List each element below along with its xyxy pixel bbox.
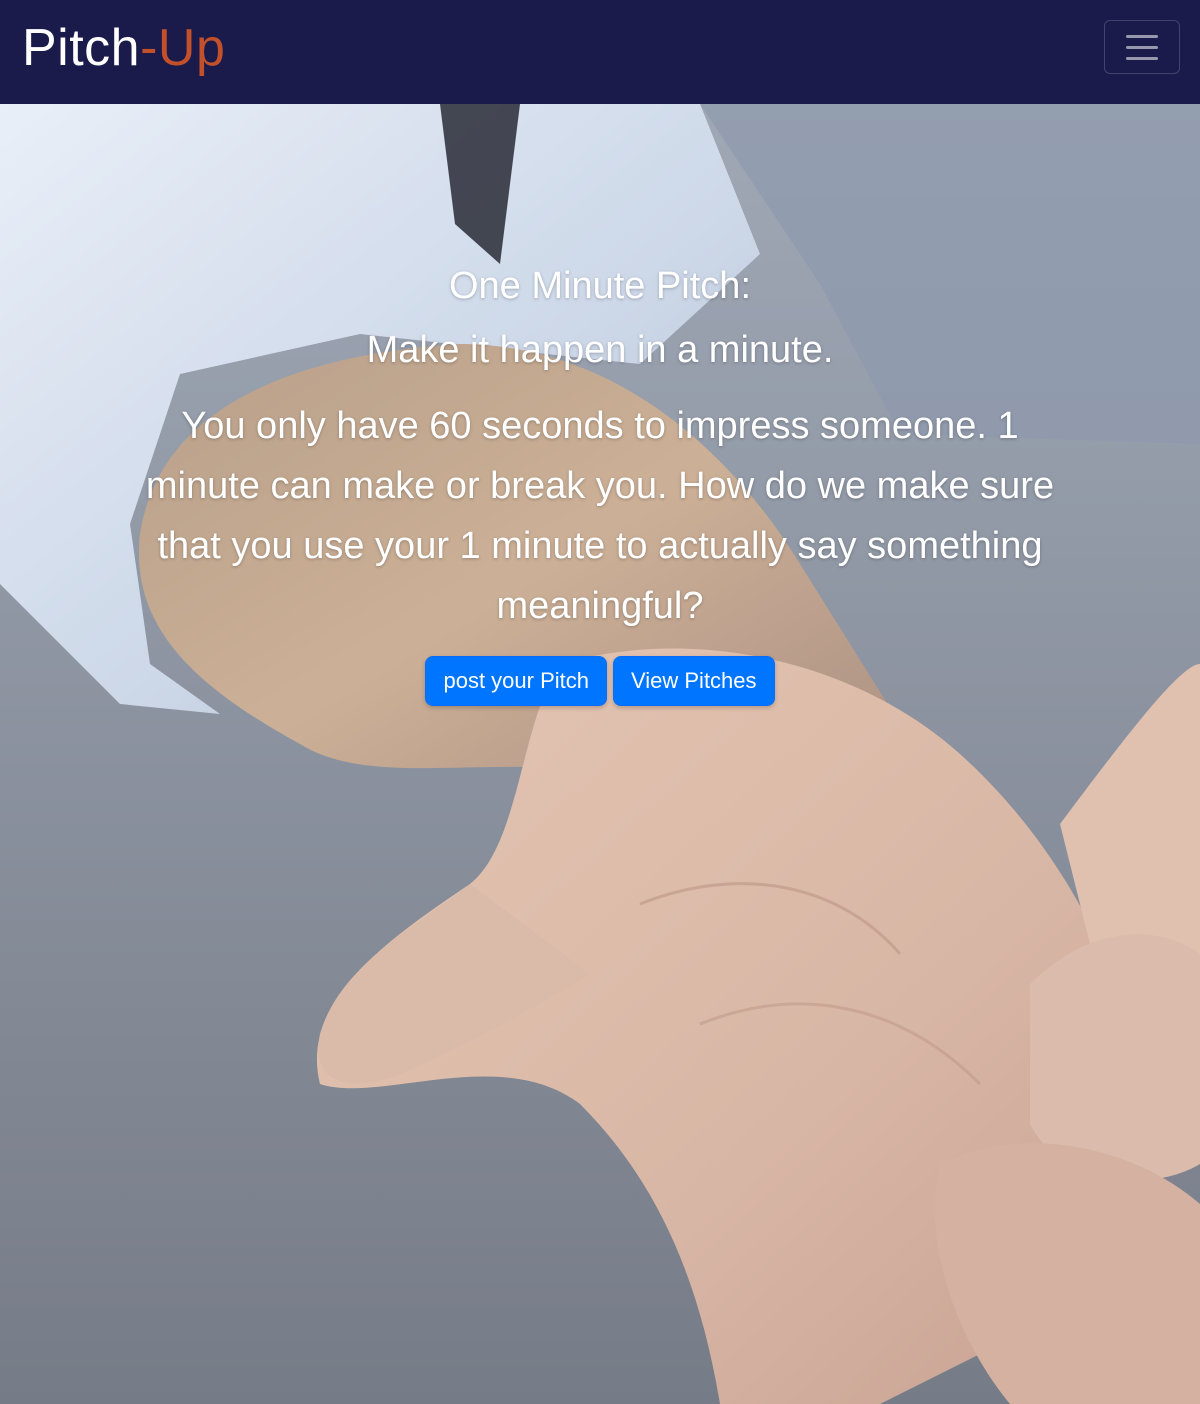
hero-title: One Minute Pitch: bbox=[448, 265, 752, 307]
navbar: Pitch-Up bbox=[0, 0, 1200, 104]
hero-content: One Minute Pitch: Make it happen in a mi… bbox=[100, 254, 1100, 706]
post-pitch-button[interactable]: post your Pitch bbox=[425, 656, 607, 706]
view-pitches-button[interactable]: View Pitches bbox=[612, 656, 775, 706]
brand-logo[interactable]: Pitch-Up bbox=[22, 22, 225, 74]
hero-button-group: post your Pitch View Pitches bbox=[100, 656, 1100, 706]
hero-subtitle: Make it happen in a minute. bbox=[366, 329, 834, 371]
brand-accent: -Up bbox=[140, 19, 226, 77]
hero-section: One Minute Pitch: Make it happen in a mi… bbox=[0, 104, 1200, 1404]
menu-toggle-button[interactable] bbox=[1104, 20, 1180, 74]
hamburger-icon bbox=[1126, 34, 1158, 38]
hero-description: You only have 60 seconds to impress some… bbox=[145, 405, 1055, 627]
brand-main: Pitch bbox=[22, 19, 141, 77]
